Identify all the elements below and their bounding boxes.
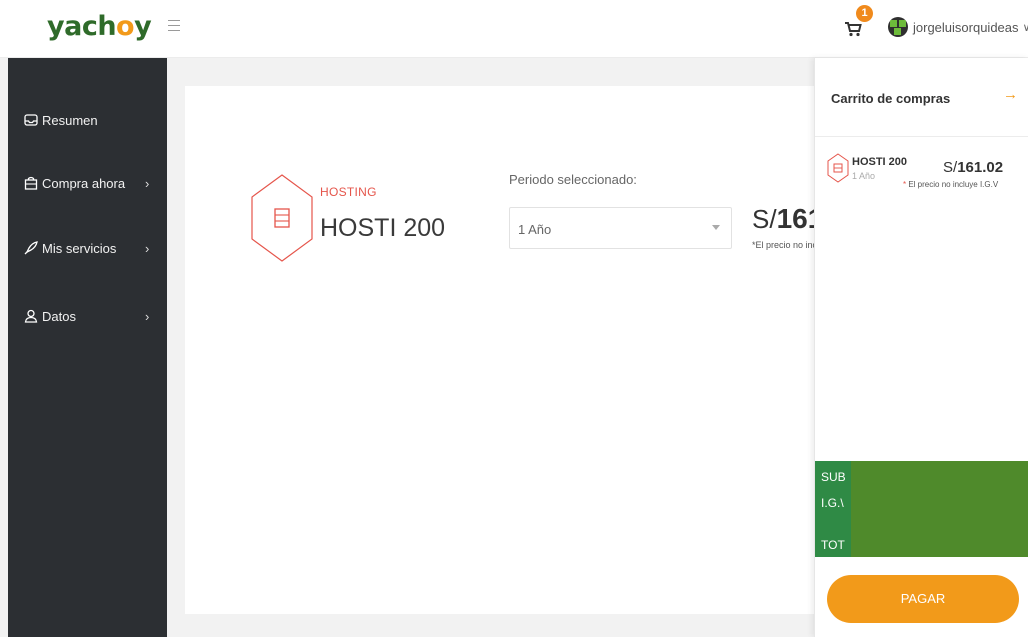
sidebar-item-label: Mis servicios: [42, 240, 117, 256]
total-label: TOT: [821, 538, 845, 552]
igv-label: I.G.\: [821, 496, 844, 510]
period-label: Periodo seleccionado:: [509, 172, 637, 187]
sidebar-item-resumen[interactable]: Resumen: [8, 100, 167, 140]
product-card: [185, 86, 825, 614]
totals-panel: SUB I.G.\ TOT: [815, 461, 1028, 557]
period-select[interactable]: 1 Año: [509, 207, 732, 249]
chevron-right-icon: ›: [145, 308, 150, 324]
sidebar-item-label: Datos: [42, 308, 76, 324]
arrow-right-icon[interactable]: →: [1003, 86, 1018, 103]
rocket-icon: [24, 241, 38, 255]
avatar: [888, 17, 908, 37]
period-selected-value: 1 Año: [518, 222, 552, 237]
caret-down-icon: [712, 225, 720, 230]
menu-toggle-icon[interactable]: [168, 20, 180, 32]
shopping-bag-icon: [24, 176, 38, 190]
cart-item-period: 1 Año: [852, 171, 876, 181]
cart-drawer: Carrito de compras → HOSTI 200 1 Año S/1…: [814, 58, 1028, 637]
user-icon: [24, 309, 38, 323]
sidebar-item-label: Compra ahora: [42, 175, 126, 191]
cart-title: Carrito de compras: [831, 91, 951, 106]
pay-button[interactable]: PAGAR: [827, 575, 1019, 623]
server-hexagon-icon: [827, 153, 849, 183]
product-category: HOSTING: [320, 185, 377, 199]
inbox-icon: [24, 113, 38, 127]
divider: [815, 136, 1028, 137]
server-hexagon-icon: [250, 173, 314, 263]
top-bar: yachoy 1 jorgeluisorquideas ∨: [0, 0, 1028, 58]
sidebar-item-compra-ahora[interactable]: Compra ahora ›: [8, 163, 167, 203]
product-price: S/161: [752, 203, 815, 234]
cart-item-price: S/161.02: [943, 159, 1004, 176]
sidebar: Resumen Compra ahora › Mis servicios › D…: [8, 58, 167, 637]
user-name: jorgeluisorquideas: [913, 19, 1019, 35]
cart-item-note: * El precio no incluye I.G.V: [903, 180, 999, 189]
product-name: HOSTI 200: [320, 214, 446, 242]
chevron-down-icon: ∨: [1022, 21, 1028, 34]
sidebar-item-mis-servicios[interactable]: Mis servicios ›: [8, 228, 167, 268]
price-note: *El precio no incluye I.G.V: [752, 240, 815, 250]
subtotal-label: SUB: [821, 470, 846, 484]
sidebar-item-datos[interactable]: Datos ›: [8, 296, 167, 336]
cart-item-name: HOSTI 200: [852, 156, 908, 168]
price-area: S/161 *El precio no incluye I.G.V: [740, 190, 815, 260]
cart-count-badge: 1: [856, 5, 873, 22]
yachay-logo[interactable]: yachoy: [47, 12, 152, 42]
chevron-right-icon: ›: [145, 175, 150, 191]
user-menu[interactable]: jorgeluisorquideas ∨: [888, 16, 1028, 38]
sidebar-item-label: Resumen: [42, 112, 98, 128]
chevron-right-icon: ›: [145, 240, 150, 256]
